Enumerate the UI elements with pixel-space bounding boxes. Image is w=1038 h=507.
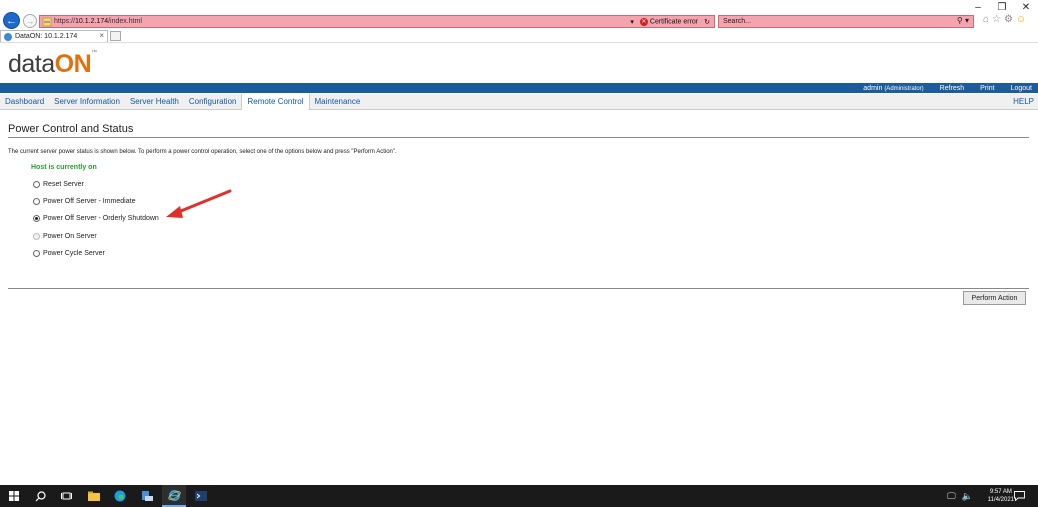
- option-power-on[interactable]: Power On Server: [33, 233, 97, 240]
- certificate-error-label: Certificate error: [649, 18, 699, 25]
- search-icon[interactable]: ⚲ ▾: [957, 16, 969, 25]
- option-label: Power Off Server - Orderly Shutdown: [43, 215, 159, 222]
- clock-date: 11/4/2021: [987, 497, 1014, 503]
- folder-icon: [88, 491, 100, 501]
- new-tab-button[interactable]: [110, 31, 121, 41]
- annotation-arrow-icon: [166, 189, 232, 218]
- option-power-cycle[interactable]: Power Cycle Server: [33, 250, 105, 257]
- dataon-logo: dataON™: [8, 50, 97, 79]
- taskbar-internet-explorer[interactable]: [162, 485, 186, 507]
- nav-remote-control[interactable]: Remote Control: [241, 93, 310, 110]
- taskbar-search-button[interactable]: [28, 485, 52, 507]
- taskbar: 🖵 🔈 9:57 AM 11/4/2021: [0, 485, 1038, 507]
- back-button[interactable]: ←: [3, 12, 20, 29]
- refresh-link[interactable]: Refresh: [940, 85, 965, 92]
- server-manager-icon: [142, 491, 153, 501]
- logout-link[interactable]: Logout: [1011, 85, 1032, 92]
- edge-icon: [114, 490, 126, 502]
- logo-text-on: ON: [54, 50, 92, 78]
- tab-title: DataON: 10.1.2.174: [15, 33, 78, 40]
- logo-trademark: ™: [91, 50, 97, 56]
- system-tray: 🖵 🔈: [947, 485, 973, 507]
- taskbar-server-manager[interactable]: [135, 485, 159, 507]
- user-label: admin (Administrator): [863, 84, 924, 92]
- browser-toolbar-icons: ⌂ ☆ ⚙ ☺: [983, 14, 1026, 25]
- task-view-button[interactable]: [54, 485, 78, 507]
- close-window-button[interactable]: ✕: [1014, 0, 1038, 14]
- user-bar: admin (Administrator) Refresh Print Logo…: [0, 83, 1038, 93]
- windows-logo-icon: [9, 491, 19, 501]
- nav-configuration[interactable]: Configuration: [184, 94, 242, 110]
- option-label: Power Cycle Server: [43, 250, 105, 257]
- forward-button[interactable]: →: [23, 14, 37, 28]
- address-url: https://10.1.2.174/index.html: [54, 18, 142, 25]
- network-icon[interactable]: 🖵: [947, 491, 956, 502]
- page-description: The current server power status is shown…: [8, 149, 397, 155]
- search-placeholder: Search...: [723, 18, 752, 25]
- page-title: Power Control and Status: [8, 123, 134, 135]
- main-nav: Dashboard Server Information Server Heal…: [0, 93, 1038, 110]
- option-reset-server[interactable]: Reset Server: [33, 181, 84, 188]
- help-link[interactable]: HELP: [1013, 94, 1034, 110]
- taskbar-terminal[interactable]: [189, 485, 213, 507]
- terminal-icon: [195, 491, 207, 501]
- back-arrow-icon: ←: [6, 14, 17, 27]
- certificate-error-icon: ✕: [639, 17, 648, 26]
- window-controls: – ❐ ✕: [966, 0, 1038, 14]
- gear-icon[interactable]: ⚙: [1004, 14, 1013, 25]
- browser-tab[interactable]: DataON: 10.1.2.174 ×: [0, 30, 108, 42]
- page-favicon-icon: [42, 17, 52, 27]
- internet-explorer-icon: [167, 489, 181, 501]
- refresh-page-icon[interactable]: ↻: [704, 18, 710, 26]
- restore-button[interactable]: ❐: [990, 0, 1014, 14]
- taskbar-file-explorer[interactable]: [82, 485, 106, 507]
- nav-maintenance[interactable]: Maintenance: [310, 94, 366, 110]
- radio-reset-server[interactable]: [33, 181, 40, 188]
- minimize-button[interactable]: –: [966, 0, 990, 14]
- option-label: Reset Server: [43, 181, 84, 188]
- taskbar-edge[interactable]: [108, 485, 132, 507]
- option-power-off-immediate[interactable]: Power Off Server - Immediate: [33, 198, 135, 205]
- title-divider: [8, 137, 1029, 138]
- radio-power-off-orderly[interactable]: [33, 215, 40, 222]
- nav-server-health[interactable]: Server Health: [125, 94, 184, 110]
- logo-text-data: data: [8, 50, 55, 78]
- tab-favicon-icon: [4, 33, 12, 41]
- forward-arrow-icon: →: [25, 16, 35, 26]
- home-icon[interactable]: ⌂: [983, 14, 989, 25]
- option-label: Power On Server: [43, 233, 97, 240]
- option-label: Power Off Server - Immediate: [43, 198, 136, 205]
- nav-dashboard[interactable]: Dashboard: [0, 94, 49, 110]
- taskbar-clock[interactable]: 9:57 AM 11/4/2021: [988, 488, 1014, 504]
- certificate-error-indicator[interactable]: ✕ Certificate error: [639, 17, 699, 26]
- search-box[interactable]: Search... ⚲ ▾: [718, 15, 974, 28]
- notification-icon: [1014, 491, 1025, 501]
- nav-server-information[interactable]: Server Information: [49, 94, 125, 110]
- print-link[interactable]: Print: [980, 85, 994, 92]
- clock-time: 9:57 AM: [989, 489, 1012, 495]
- tab-close-icon[interactable]: ×: [99, 31, 104, 40]
- radio-power-cycle[interactable]: [33, 250, 40, 257]
- tab-divider: [0, 42, 1038, 43]
- task-view-icon: [60, 492, 72, 500]
- radio-power-on[interactable]: [33, 233, 40, 240]
- address-bar[interactable]: https://10.1.2.174/index.html ▾ ✕ Certifi…: [39, 15, 715, 28]
- option-power-off-orderly[interactable]: Power Off Server - Orderly Shutdown: [33, 215, 159, 222]
- dropdown-arrow-icon[interactable]: ▾: [630, 18, 634, 26]
- action-divider: [8, 288, 1029, 289]
- search-icon: [35, 490, 46, 501]
- start-button[interactable]: [2, 485, 26, 507]
- radio-power-off-immediate[interactable]: [33, 198, 40, 205]
- notification-button[interactable]: [1014, 485, 1025, 507]
- feedback-smiley-icon[interactable]: ☺: [1016, 14, 1026, 25]
- host-status: Host is currently on: [31, 164, 97, 171]
- perform-action-button[interactable]: Perform Action: [963, 291, 1026, 305]
- favorites-star-icon[interactable]: ☆: [992, 14, 1001, 25]
- volume-muted-icon[interactable]: 🔈: [962, 491, 973, 502]
